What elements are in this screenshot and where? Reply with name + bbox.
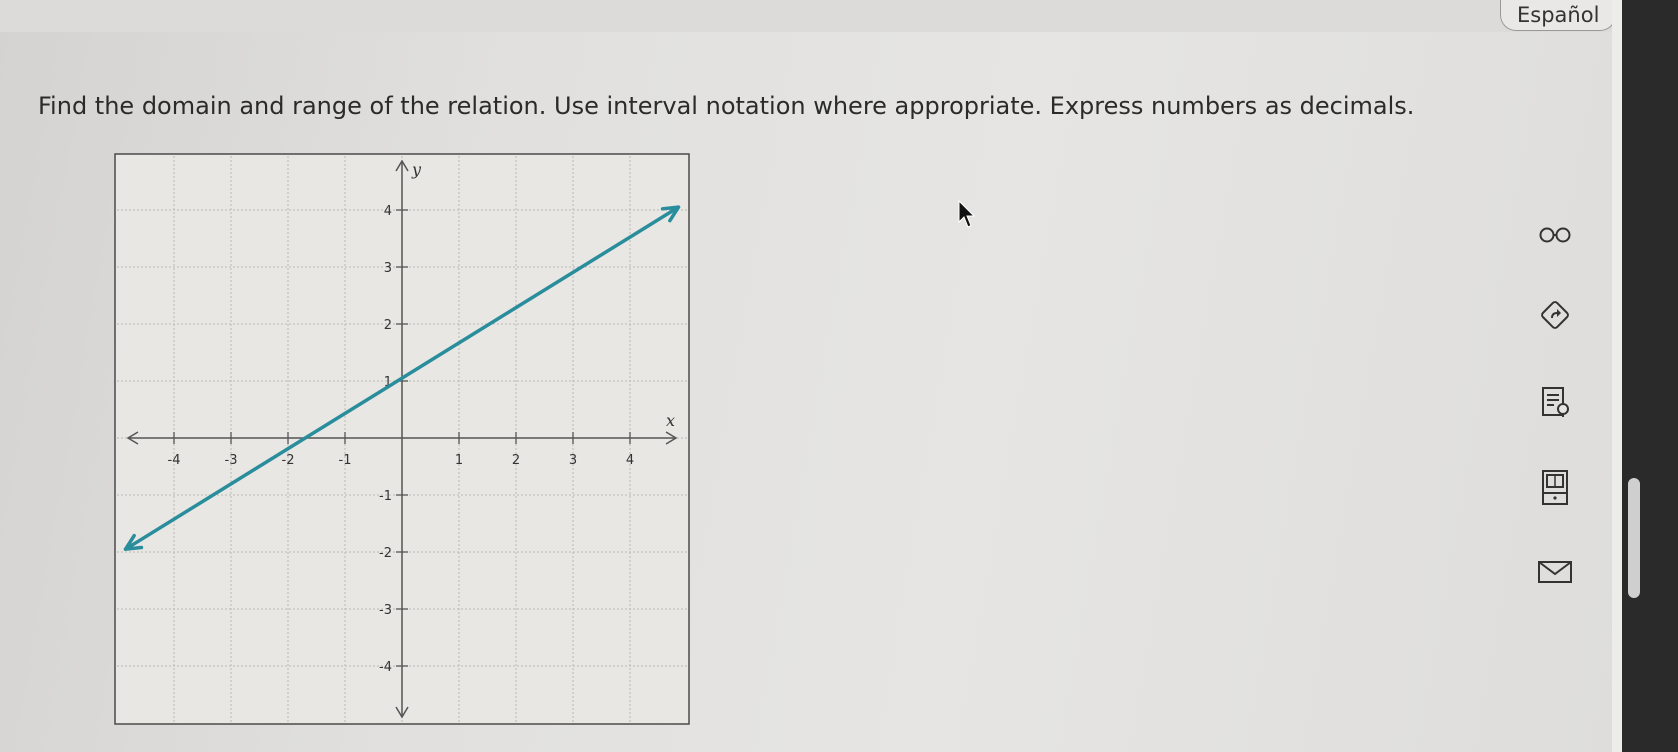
mouse-cursor-icon <box>957 199 979 234</box>
x-tick-label: 3 <box>569 453 577 468</box>
x-tick-label: 1 <box>455 453 463 468</box>
y-axis-label: y <box>411 160 422 179</box>
calculator-book-icon[interactable] <box>1527 465 1583 511</box>
x-tick-label: 4 <box>626 453 634 468</box>
x-axis-label: x <box>666 411 675 430</box>
graph: -4 -3 -2 -1 1 2 3 4 4 3 2 1 -1 -2 -3 -4 x y <box>114 153 690 725</box>
y-tick-label: 4 <box>384 204 392 219</box>
language-button[interactable]: Español <box>1500 0 1617 31</box>
x-tick-label: -3 <box>225 453 238 468</box>
y-tick-label: -4 <box>379 660 392 675</box>
y-tick-label: -1 <box>379 489 392 504</box>
redo-diamond-icon[interactable] <box>1527 292 1583 338</box>
glasses-icon[interactable] <box>1527 212 1583 258</box>
x-tick-label: -4 <box>168 453 181 468</box>
top-bar <box>0 0 1622 32</box>
scrollbar-track[interactable] <box>1622 0 1678 752</box>
notes-lightbulb-icon[interactable] <box>1527 379 1583 425</box>
y-tick-label: 3 <box>384 261 392 276</box>
graph-svg: -4 -3 -2 -1 1 2 3 44321-1-2-3-4 x y <box>114 153 690 725</box>
y-tick-label: -3 <box>379 603 392 618</box>
x-tick-label: -2 <box>282 453 295 468</box>
y-tick-label: 2 <box>384 318 392 333</box>
question-text: Find the domain and range of the relatio… <box>38 92 1415 120</box>
scrollbar-thumb[interactable] <box>1628 478 1640 598</box>
x-tick-label: -1 <box>339 453 352 468</box>
x-tick-label: 2 <box>512 453 520 468</box>
y-tick-label: -2 <box>379 546 392 561</box>
mail-icon[interactable] <box>1527 549 1583 595</box>
